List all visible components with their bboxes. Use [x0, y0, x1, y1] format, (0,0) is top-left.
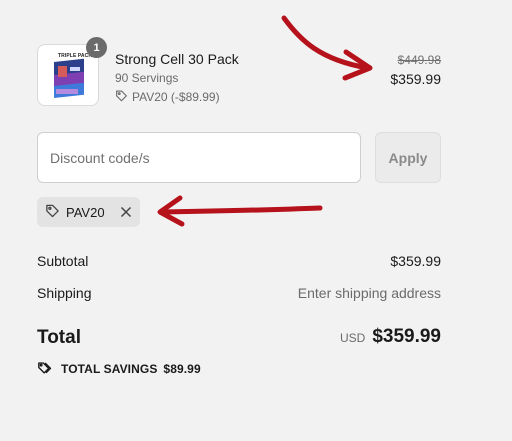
tag-icon [45, 203, 60, 221]
applied-discount-code: PAV20 [66, 204, 105, 220]
total-value: $359.99 [372, 326, 441, 347]
product-image-label: TRIPLE PACK [58, 53, 93, 59]
product-price: $359.99 [390, 71, 441, 87]
product-image: TRIPLE PACK [44, 51, 94, 101]
apply-button[interactable]: Apply [375, 132, 441, 183]
subtotal-label: Subtotal [37, 253, 89, 269]
tags-icon [37, 360, 55, 378]
discount-code-input[interactable] [37, 132, 361, 183]
total-savings-value: $89.99 [163, 362, 201, 376]
discount-chip-arrow [157, 195, 323, 227]
close-icon[interactable] [120, 206, 132, 218]
total-savings: TOTAL SAVINGS $89.99 [37, 360, 201, 378]
price-arrow [281, 15, 373, 81]
product-variant: 90 Servings [115, 71, 179, 85]
currency-code: USD [339, 331, 366, 345]
shipping-value: Enter shipping address [297, 285, 441, 301]
tag-icon [115, 89, 128, 105]
quantity-badge: 1 [86, 37, 107, 58]
product-name: Strong Cell 30 Pack [115, 51, 239, 67]
total-label: Total [37, 327, 81, 348]
total-savings-label: TOTAL SAVINGS [61, 362, 158, 376]
shipping-label: Shipping [37, 285, 92, 301]
subtotal-value: $359.99 [390, 253, 441, 269]
applied-discount-chip: PAV20 [37, 197, 140, 227]
original-price: $449.98 [397, 53, 441, 67]
product-discount-text: PAV20 (-$89.99) [132, 90, 220, 104]
total-amount: USD $359.99 [340, 326, 441, 348]
product-discount-line: PAV20 (-$89.99) [115, 89, 220, 105]
